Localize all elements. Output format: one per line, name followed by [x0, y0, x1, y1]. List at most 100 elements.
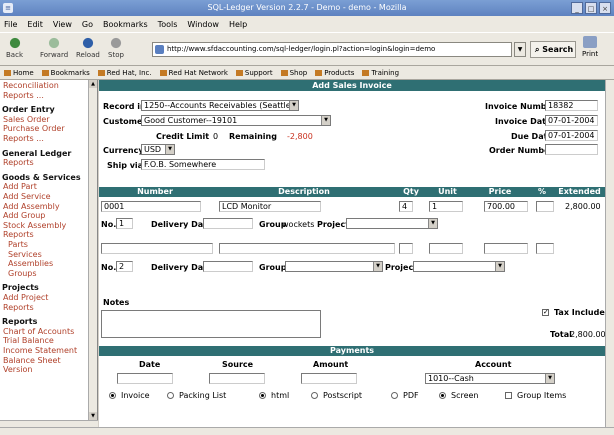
sidebar-item-groups[interactable]: Groups [8, 269, 37, 278]
order-number-input[interactable] [545, 144, 598, 155]
minimize-button[interactable]: _ [571, 2, 583, 14]
sidebar-item-assemblies[interactable]: Assemblies [8, 259, 53, 268]
reload-button[interactable]: Reload [76, 36, 100, 59]
menu-edit[interactable]: Edit [27, 20, 43, 29]
status-bar [0, 427, 614, 435]
group-items-checkbox[interactable] [505, 392, 512, 399]
row1-delivery-date-input[interactable] [203, 218, 253, 229]
sidebar-item-sales-order[interactable]: Sales Order [3, 115, 50, 124]
row2-group-select[interactable]: ▼ [285, 261, 383, 272]
sidebar-scrollbar[interactable]: ▲ ▼ [88, 80, 97, 420]
postscript-radio[interactable] [311, 392, 318, 399]
record-in-select[interactable]: 1250--Accounts Receivables (Seattle) ▼ [141, 100, 299, 111]
row1-number-input[interactable]: 0001 [101, 201, 201, 212]
bookmark-redhat-inc[interactable]: Red Hat, Inc. [98, 69, 152, 77]
payment-source-input[interactable] [209, 373, 265, 384]
row2-no-input[interactable]: 2 [116, 261, 133, 272]
row2-qty-input[interactable] [399, 243, 413, 254]
scroll-up-icon[interactable]: ▲ [89, 80, 97, 88]
bookmark-bookmarks[interactable]: Bookmarks [42, 69, 90, 77]
row2-description-input[interactable] [219, 243, 395, 254]
sidebar-item-purchase-order[interactable]: Purchase Order [3, 124, 65, 133]
form-title-bar: Add Sales Invoice [99, 80, 605, 91]
sidebar-item-add-service[interactable]: Add Service [3, 192, 51, 201]
payment-account-select[interactable]: 1010--Cash ▼ [425, 373, 555, 384]
menu-view[interactable]: View [53, 20, 72, 29]
scroll-down-icon[interactable]: ▼ [89, 412, 97, 420]
sidebar-item-reports[interactable]: Reports [3, 303, 34, 312]
bookmark-products[interactable]: Products [315, 69, 354, 77]
url-dropdown-button[interactable]: ▼ [514, 42, 526, 57]
screen-radio[interactable] [439, 392, 446, 399]
packing-list-option-label: Packing List [179, 391, 227, 400]
window-menu-icon[interactable]: ≡ [3, 3, 13, 13]
invoice-radio[interactable] [109, 392, 116, 399]
stop-button[interactable]: Stop [108, 36, 124, 59]
sidebar-item-services[interactable]: Services [8, 250, 42, 259]
currency-select[interactable]: USD ▼ [141, 144, 175, 155]
sidebar-item-stock-assembly[interactable]: Stock Assembly [3, 221, 66, 230]
print-button[interactable]: Print [582, 36, 598, 58]
row2-number-input[interactable] [101, 243, 213, 254]
forward-button[interactable]: Forward [40, 36, 68, 59]
html-radio[interactable] [259, 392, 266, 399]
sidebar-item-income-statement[interactable]: Income Statement [3, 346, 77, 355]
sidebar-item-reports[interactable]: Reports ... [3, 91, 44, 100]
sidebar-item-reports[interactable]: Reports ... [3, 134, 44, 143]
bookmark-redhat-network[interactable]: Red Hat Network [160, 69, 228, 77]
sidebar-item-balance-sheet[interactable]: Balance Sheet [3, 356, 61, 365]
tax-included-checkbox[interactable]: ✓ [542, 309, 549, 316]
row2-delivery-date-input[interactable] [203, 261, 253, 272]
payment-date-input[interactable] [117, 373, 173, 384]
sidebar-item-add-project[interactable]: Add Project [3, 293, 48, 302]
sidebar-item-parts[interactable]: Parts [8, 240, 28, 249]
row2-discount-input[interactable] [536, 243, 554, 254]
row1-project-select[interactable]: ▼ [346, 218, 438, 229]
screen-option-label: Screen [451, 391, 479, 400]
row1-description-input[interactable]: LCD Monitor [219, 201, 321, 212]
bookmark-support[interactable]: Support [236, 69, 273, 77]
sidebar-item-trial-balance[interactable]: Trial Balance [3, 336, 54, 345]
payment-amount-input[interactable] [301, 373, 357, 384]
row1-price-input[interactable]: 700.00 [484, 201, 528, 212]
url-bar[interactable]: http://www.sfdaccounting.com/sql-ledger/… [152, 42, 512, 57]
sidebar-item-chart-of-accounts[interactable]: Chart of Accounts [3, 327, 74, 336]
sidebar-item-add-part[interactable]: Add Part [3, 182, 37, 191]
sidebar-item-add-group[interactable]: Add Group [3, 211, 45, 220]
row1-qty-input[interactable]: 4 [399, 201, 413, 212]
notes-textarea[interactable] [101, 310, 321, 338]
bookmark-home[interactable]: Home [4, 69, 34, 77]
row2-project-select[interactable]: ▼ [413, 261, 505, 272]
row1-no-input[interactable]: 1 [116, 218, 133, 229]
sidebar-item-general-ledger: General Ledger [2, 148, 72, 158]
menu-tools[interactable]: Tools [158, 20, 178, 29]
menu-file[interactable]: File [4, 20, 17, 29]
due-date-input[interactable]: 07-01-2004 [545, 130, 598, 141]
sidebar-item-reports[interactable]: Reports [3, 158, 34, 167]
invoice-number-input[interactable]: 18382 [545, 100, 598, 111]
bookmark-shop[interactable]: Shop [281, 69, 308, 77]
back-button[interactable]: Back [6, 36, 23, 59]
packing-list-radio[interactable] [167, 392, 174, 399]
row2-unit-input[interactable] [429, 243, 463, 254]
sidebar-item-reports[interactable]: Reports [3, 230, 34, 239]
row1-unit-input[interactable]: 1 [429, 201, 463, 212]
ship-via-input[interactable]: F.O.B. Somewhere [141, 159, 265, 170]
menu-help[interactable]: Help [229, 20, 247, 29]
row1-discount-input[interactable] [536, 201, 554, 212]
invoice-date-input[interactable]: 07-01-2004 [545, 115, 598, 126]
sidebar-item-version[interactable]: Version [3, 365, 32, 374]
search-button[interactable]: ⌕ Search [530, 41, 576, 58]
row2-price-input[interactable] [484, 243, 528, 254]
close-button[interactable]: × [599, 2, 611, 14]
pdf-radio[interactable] [391, 392, 398, 399]
maximize-button[interactable]: □ [585, 2, 597, 14]
sidebar-item-add-assembly[interactable]: Add Assembly [3, 202, 60, 211]
menu-go[interactable]: Go [82, 20, 93, 29]
bookmark-training[interactable]: Training [362, 69, 399, 77]
menu-window[interactable]: Window [187, 20, 219, 29]
menu-bookmarks[interactable]: Bookmarks [103, 20, 148, 29]
main-vertical-scrollbar[interactable] [605, 80, 614, 427]
customer-select[interactable]: Good Customer--19101 ▼ [141, 115, 331, 126]
sidebar-item-reconciliation[interactable]: Reconciliation [3, 81, 59, 90]
